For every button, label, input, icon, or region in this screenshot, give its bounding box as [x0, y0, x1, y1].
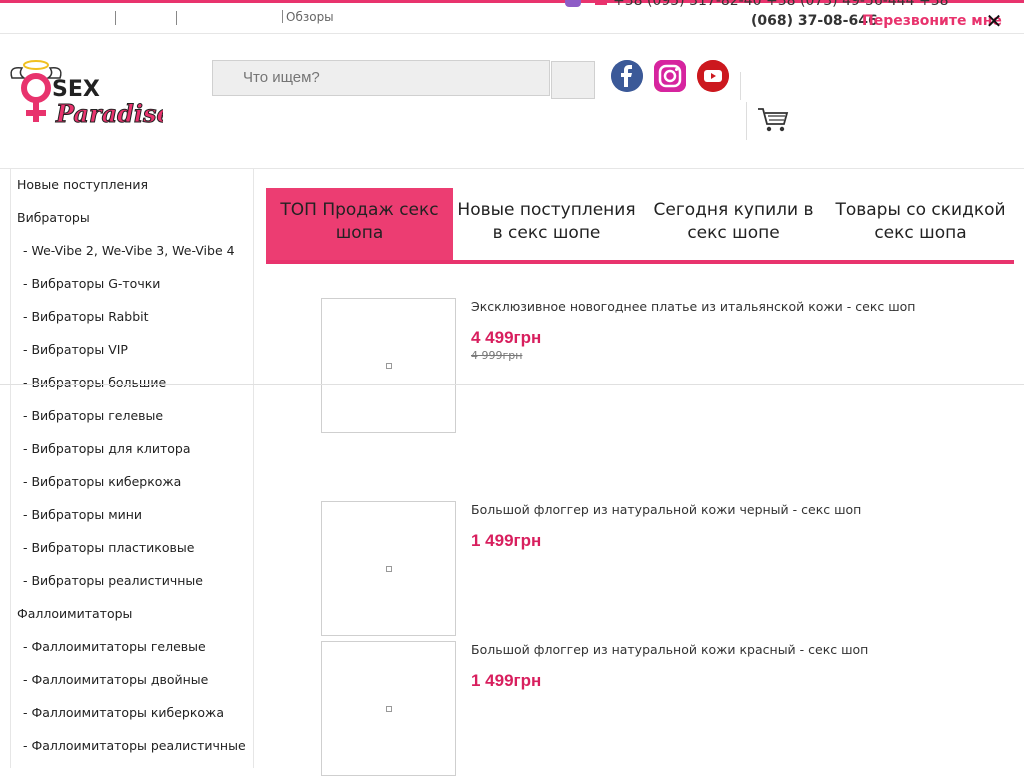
search-input[interactable]: [241, 61, 545, 93]
phone-numbers[interactable]: +38 (095) 317-82-40 +38 (073) 49-56-444 …: [613, 0, 949, 9]
tab-label: Новые поступления: [457, 200, 636, 220]
close-icon[interactable]: ✕: [985, 11, 1003, 31]
youtube-icon[interactable]: [697, 60, 729, 92]
sidebar-item[interactable]: - Вибраторы пластиковые: [23, 540, 194, 555]
phones-top: +38 (095) 317-82-40 +38 (073) 49-56-444 …: [565, 0, 949, 9]
search-box: [212, 60, 550, 96]
product-price: 1 499грн: [471, 531, 542, 550]
product-image[interactable]: [321, 641, 456, 776]
category-sidebar: Новые поступления Вибраторы - We-Vibe 2,…: [10, 169, 254, 768]
viber-icon[interactable]: [565, 0, 581, 7]
menu-separator: [176, 11, 177, 25]
sidebar-item[interactable]: - Вибраторы G-точки: [23, 276, 160, 291]
sidebar-item[interactable]: - Вибраторы VIP: [23, 342, 128, 357]
reviews-link[interactable]: Обзоры: [282, 10, 334, 24]
sidebar-item[interactable]: - Фаллоимитаторы киберкожа: [23, 705, 224, 720]
facebook-icon[interactable]: [611, 60, 643, 92]
top-bar: Обзоры +38 (095) 317-82-40 +38 (073) 49-…: [0, 0, 1024, 34]
tab-top-sales[interactable]: ТОП Продаж секс шопа: [266, 188, 453, 260]
instagram-icon[interactable]: [654, 60, 686, 92]
product-old-price: 4 999грн: [471, 349, 523, 362]
menu-separator: [115, 11, 116, 25]
tab-label: ТОП Продаж секс: [280, 200, 439, 220]
tab-label: шопа: [335, 223, 384, 243]
sidebar-item[interactable]: - Вибраторы киберкожа: [23, 474, 181, 489]
tab-bought-today[interactable]: Сегодня купили в секс шопе: [640, 188, 827, 260]
divider: [746, 102, 747, 140]
cart-icon[interactable]: [757, 106, 789, 134]
sidebar-item[interactable]: - Вибраторы гелевые: [23, 408, 163, 423]
sidebar-item[interactable]: - Фаллоимитаторы гелевые: [23, 639, 206, 654]
product-title[interactable]: Большой флоггер из натуральной кожи черн…: [471, 502, 861, 517]
header: SEX Paradise: [0, 34, 1024, 169]
tab-label: секс шопа: [874, 223, 967, 243]
site-logo[interactable]: SEX Paradise: [8, 56, 163, 128]
sidebar-item[interactable]: - Вибраторы реалистичные: [23, 573, 203, 588]
sidebar-item[interactable]: - Фаллоимитаторы реалистичные: [23, 738, 246, 753]
mail-icon[interactable]: [595, 0, 607, 5]
tab-discounts[interactable]: Товары со скидкой секс шопа: [827, 188, 1014, 260]
sidebar-item[interactable]: - We-Vibe 2, We-Vibe 3, We-Vibe 4: [23, 243, 235, 258]
divider: [740, 72, 741, 100]
sidebar-item[interactable]: Вибраторы: [17, 210, 90, 225]
sidebar-item[interactable]: - Фаллоимитаторы двойные: [23, 672, 208, 687]
tab-label: секс шопе: [687, 223, 780, 243]
product-price: 1 499грн: [471, 671, 542, 690]
sidebar-item[interactable]: - Вибраторы большие: [23, 375, 166, 390]
sidebar-item[interactable]: Фаллоимитаторы: [17, 606, 132, 621]
fold-line: [0, 384, 1024, 385]
product-image[interactable]: [321, 501, 456, 636]
product-title[interactable]: Большой флоггер из натуральной кожи крас…: [471, 642, 868, 657]
callback-link[interactable]: Перезвоните мне: [862, 13, 1002, 29]
search-button[interactable]: [551, 61, 595, 99]
sidebar-item[interactable]: - Вибраторы для клитора: [23, 441, 191, 456]
tab-label: Сегодня купили в: [653, 200, 814, 220]
sidebar-item[interactable]: - Вибраторы мини: [23, 507, 142, 522]
product-tabs: ТОП Продаж секс шопа Новые поступления в с…: [266, 188, 1014, 264]
logo-text-paradise: Paradise: [55, 99, 163, 128]
sidebar-item[interactable]: Новые поступления: [17, 177, 148, 192]
tab-label: Товары со скидкой: [835, 200, 1006, 220]
product-title[interactable]: Эксклюзивное новогоднее платье из италья…: [471, 299, 915, 314]
sidebar-item[interactable]: - Вибраторы Rabbit: [23, 309, 149, 324]
reviews-label: Обзоры: [286, 10, 334, 24]
phone-number[interactable]: (068) 37-08-646: [751, 13, 878, 29]
tab-new-arrivals[interactable]: Новые поступления в секс шопе: [453, 188, 640, 260]
product-price: 4 499грн: [471, 328, 542, 347]
tab-label: в секс шопе: [492, 223, 601, 243]
product-image[interactable]: [321, 298, 456, 433]
